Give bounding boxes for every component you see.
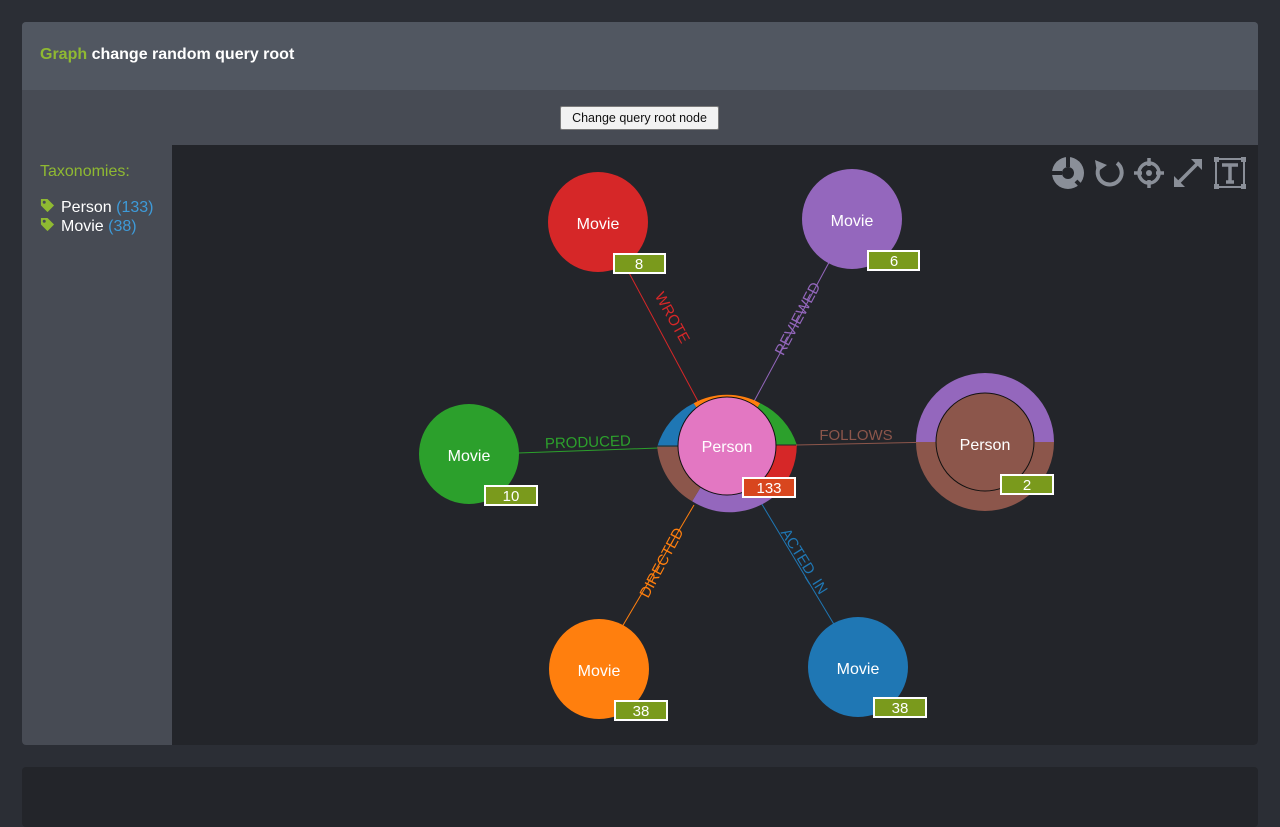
node-count: 8 — [635, 256, 643, 273]
change-query-root-button[interactable]: Change query root node — [560, 106, 719, 130]
node-count: 38 — [892, 700, 909, 717]
taxonomy-label: Movie — [61, 218, 104, 235]
graph-svg[interactable]: WROTE REVIEWED PRODUCED FOLLOWS DIRECTED… — [172, 145, 1258, 745]
toggle-labels-icon[interactable] — [1214, 157, 1246, 189]
node-count: 6 — [890, 253, 898, 270]
relation-label-reviewed: REVIEWED — [772, 279, 825, 358]
taxonomies-title: Taxonomies: — [40, 163, 130, 180]
node-label: Movie — [831, 213, 874, 230]
taxonomy-label: Person — [61, 199, 112, 216]
taxonomy-item-person[interactable]: Person (133) — [40, 198, 154, 217]
relation-label-produced: PRODUCED — [545, 433, 632, 453]
graph-canvas[interactable]: WROTE REVIEWED PRODUCED FOLLOWS DIRECTED… — [172, 145, 1258, 745]
center-root-icon[interactable] — [1052, 157, 1084, 189]
node-count: 2 — [1023, 477, 1031, 494]
tag-icon — [40, 198, 55, 213]
node-label: Movie — [448, 448, 491, 465]
relation-label-follows: FOLLOWS — [819, 427, 892, 444]
page-title: Graph change random query root — [40, 46, 294, 64]
toolbar: Change query root node — [22, 90, 1258, 145]
title-text: change random query root — [87, 46, 295, 63]
root-count: 133 — [756, 480, 781, 497]
reset-icon[interactable] — [1095, 160, 1124, 187]
title-accent: Graph — [40, 46, 88, 63]
root-node-label: Person — [702, 439, 753, 456]
taxonomy-count: (38) — [108, 218, 137, 235]
taxonomy-item-movie[interactable]: Movie (38) — [40, 217, 137, 236]
taxonomy-count: (133) — [116, 199, 154, 216]
node-label: Movie — [577, 216, 620, 233]
node-label: Movie — [837, 661, 880, 678]
locate-icon[interactable] — [1134, 158, 1164, 188]
node-count: 38 — [633, 703, 650, 720]
relation-label-wrote: WROTE — [651, 289, 693, 346]
graph-panel: Graph change random query root Change qu… — [22, 22, 1258, 745]
fullscreen-icon[interactable] — [1174, 159, 1202, 187]
bottom-panel — [22, 767, 1258, 827]
relation-label-acted-in: ACTED_IN — [777, 526, 831, 598]
panel-header: Graph change random query root — [22, 22, 1258, 90]
relation-label-directed: DIRECTED — [637, 525, 688, 601]
node-count: 10 — [503, 488, 520, 505]
node-label: Person — [960, 437, 1011, 454]
tag-icon — [40, 217, 55, 232]
taxonomy-sidebar: Taxonomies: Person (133) Movie (38) — [22, 145, 172, 745]
node-label: Movie — [578, 663, 621, 680]
